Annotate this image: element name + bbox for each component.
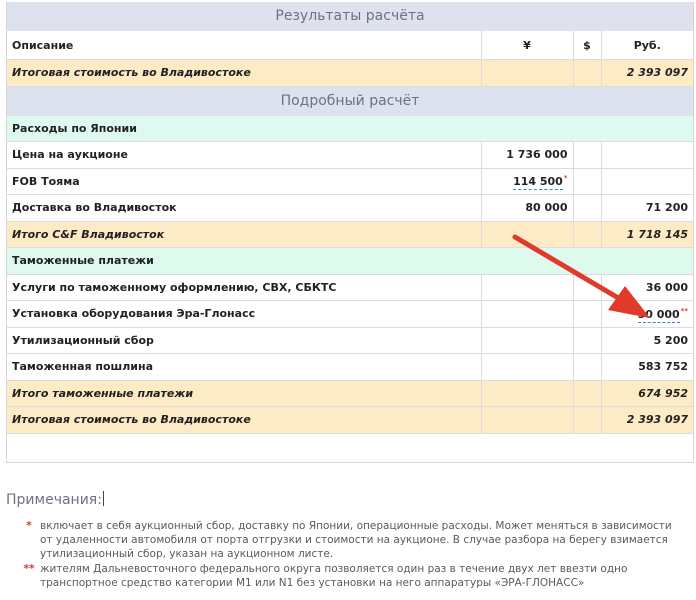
row-rub: 36 000 <box>600 274 694 301</box>
column-rub: Руб. <box>600 31 693 60</box>
results-total-row: Итоговая стоимость во Владивостоке 2 393… <box>7 59 693 87</box>
table-row: Таможенная пошлина 583 752 <box>7 353 694 381</box>
column-description: Описание <box>7 31 481 60</box>
notes-list: * включает в себя аукционный сбор, доста… <box>24 519 680 591</box>
row-yen: 1 736 000 <box>480 141 573 169</box>
note-mark: * <box>26 520 32 532</box>
notes-title: Примечания: <box>6 491 104 508</box>
row-label: Утилизационный сбор <box>7 327 481 354</box>
section-japan-label: Расходы по Японии <box>7 115 694 142</box>
era-glonass-value-tooltip[interactable]: 50 000 <box>637 307 680 323</box>
row-label: FOB Тояма <box>7 168 481 195</box>
note-item: * включает в себя аукционный сбор, доста… <box>26 519 680 561</box>
table-row: Цена на аукционе 1 736 000 <box>7 141 694 169</box>
row-rub <box>600 168 694 195</box>
subtotal-cf-label: Итого C&F Владивосток <box>7 221 481 248</box>
footnote-mark: ** <box>680 306 689 315</box>
row-yen: 80 000 <box>480 194 573 222</box>
row-label: Установка оборудования Эра-Глонасс <box>7 300 481 328</box>
row-label: Таможенная пошлина <box>7 353 481 381</box>
subtotal-cf-row: Итого C&F Владивосток 1 718 145 <box>7 221 694 248</box>
results-table: Описание ¥ $ Руб. Итоговая стоимость во … <box>7 31 693 87</box>
row-rub: 5 200 <box>600 327 694 354</box>
column-header-row: Описание ¥ $ Руб. <box>7 31 693 60</box>
section-customs: Таможенные платежи <box>7 247 694 275</box>
note-text: жителям Дальневосточного федерального ок… <box>40 563 628 589</box>
column-yen: ¥ <box>480 31 573 60</box>
table-row: FOB Тояма 114 500* <box>7 168 694 195</box>
section-japan: Расходы по Японии <box>7 115 694 142</box>
detail-header: Подробный расчёт <box>7 86 693 116</box>
notes-title-text: Примечания: <box>6 492 102 508</box>
subtotal-customs-rub: 674 952 <box>600 380 694 407</box>
row-rub: 71 200 <box>600 194 694 222</box>
table-row: Утилизационный сбор 5 200 <box>7 327 694 354</box>
text-cursor <box>102 491 104 506</box>
row-rub: 583 752 <box>600 353 694 381</box>
detail-table: Расходы по Японии Цена на аукционе 1 736… <box>7 115 694 434</box>
subtotal-cf-rub: 1 718 145 <box>600 221 694 248</box>
section-customs-label: Таможенные платежи <box>7 247 694 275</box>
note-mark: ** <box>23 563 35 575</box>
results-header: Результаты расчёта <box>7 2 693 31</box>
table-row: Доставка во Владивосток 80 000 71 200 <box>7 194 694 222</box>
calculation-panel: Результаты расчёта Описание ¥ $ Руб. Ито… <box>6 2 694 463</box>
results-total-rub: 2 393 097 <box>600 59 693 87</box>
subtotal-customs-label: Итого таможенные платежи <box>7 380 481 407</box>
table-row: Установка оборудования Эра-Глонасс 50 00… <box>7 300 694 328</box>
subtotal-customs-row: Итого таможенные платежи 674 952 <box>7 380 694 407</box>
fob-value-tooltip[interactable]: 114 500 <box>513 175 563 191</box>
row-label: Цена на аукционе <box>7 141 481 169</box>
note-text: включает в себя аукционный сбор, доставк… <box>40 520 672 560</box>
table-row: Услуги по таможенному оформлению, СВХ, С… <box>7 274 694 301</box>
row-rub <box>600 141 694 169</box>
grand-total-label: Итоговая стоимость во Владивостоке <box>7 406 481 434</box>
column-usd: $ <box>572 31 601 60</box>
row-label: Услуги по таможенному оформлению, СВХ, С… <box>7 274 481 301</box>
note-item: ** жителям Дальневосточного федерального… <box>24 562 680 590</box>
row-label: Доставка во Владивосток <box>7 194 481 222</box>
grand-total-rub: 2 393 097 <box>600 406 694 434</box>
footnote-mark: * <box>563 174 568 183</box>
grand-total-row: Итоговая стоимость во Владивостоке 2 393… <box>7 406 694 434</box>
results-total-label: Итоговая стоимость во Владивостоке <box>7 59 481 87</box>
